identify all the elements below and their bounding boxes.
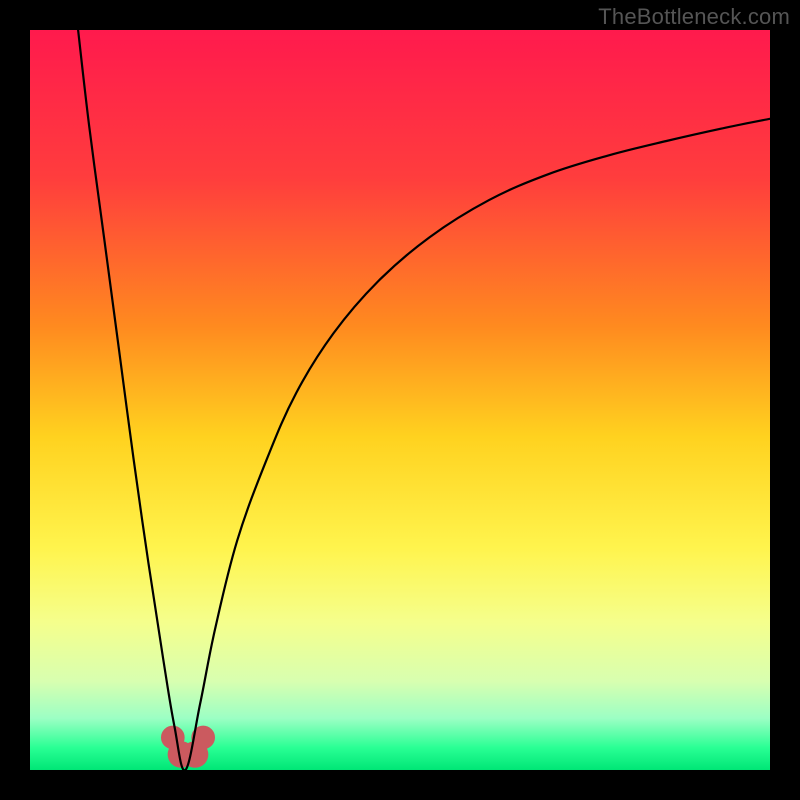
- watermark-text: TheBottleneck.com: [598, 4, 790, 30]
- chart-frame: TheBottleneck.com: [0, 0, 800, 800]
- chart-svg: [30, 30, 770, 770]
- gradient-background: [30, 30, 770, 770]
- plot-area: [30, 30, 770, 770]
